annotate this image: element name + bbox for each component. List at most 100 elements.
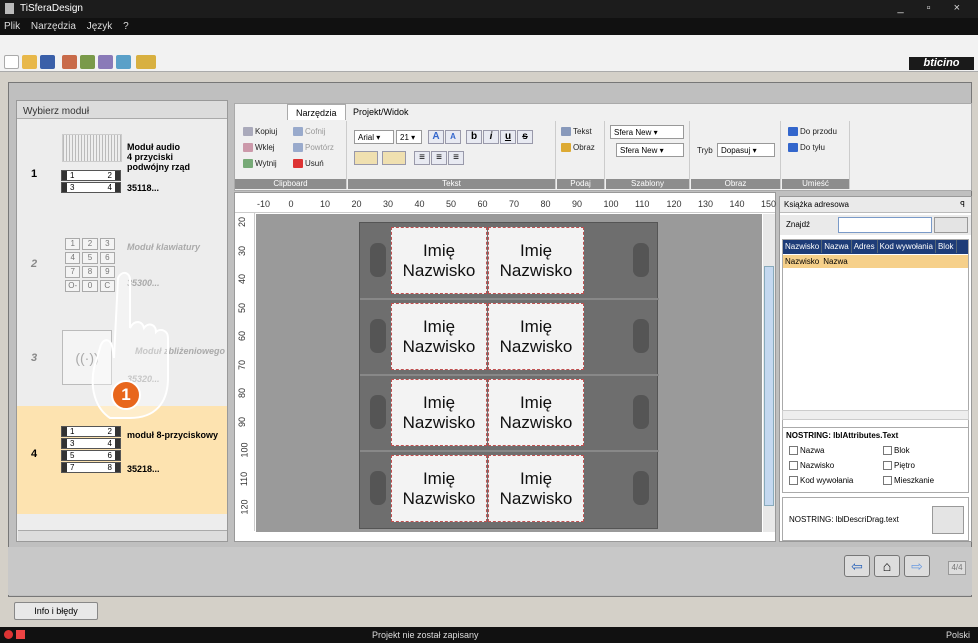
redo-button[interactable]: Powtórz [293,143,334,153]
arrange-group: Do przodu Do tyłu Umieść [782,121,850,189]
open-folder-icon[interactable] [22,55,37,69]
drawing-area[interactable]: Imię Nazwisko Imię Nazwisko Imię Nazwisko Imię… [256,214,762,532]
name-label-card[interactable]: Imię Nazwisko [391,227,487,294]
module-panel-header: Wybierz moduł [17,101,227,119]
insert-image-button[interactable]: Obraz [561,143,595,153]
undo-button[interactable]: Cofnij [293,127,325,137]
print-icon[interactable] [98,55,113,69]
checkbox-floor[interactable]: Piętro [883,461,915,471]
module-name: Moduł klawiatury [127,242,201,252]
save-icon[interactable] [40,55,55,69]
menu-language[interactable]: Język [83,18,117,32]
back-arrow-icon[interactable]: ⇦ [844,555,870,577]
menu-tools[interactable]: Narzędzia [27,18,80,32]
mode-dropdown[interactable]: Dopasuj ▾ [717,143,775,157]
name-label-card[interactable]: Imię Nazwisko [391,379,487,446]
new-file-icon[interactable] [4,55,19,69]
name-label-card[interactable]: Imię Nazwisko [391,303,487,370]
menu-help[interactable]: ? [119,18,133,32]
column-header[interactable]: Blok [936,240,957,253]
checkbox-label: Nazwisko [800,461,835,470]
module-name: moduł 8-przyciskowy [127,430,219,440]
button-label: 3 [70,183,75,192]
language-dropdown-icon[interactable] [136,55,156,69]
font-value: Arial [358,133,375,142]
image-icon [561,143,571,153]
module-panel-scrollbar[interactable] [18,530,227,541]
key: 4 [65,252,81,264]
grow-font-button[interactable]: A [428,130,444,144]
checkbox-name[interactable]: Nazwa [789,446,824,456]
fill-color-icon[interactable] [382,151,406,165]
panel-row: Imię Nazwisko Imię Nazwisko [360,299,659,374]
send-backward-button[interactable]: Do tyłu [788,143,825,153]
find-label: Znajdź [786,220,811,229]
name-label-card[interactable]: Imię Nazwisko [391,455,487,522]
column-header[interactable]: Adres [852,240,878,253]
delete-button[interactable]: Usuń [293,159,324,169]
pin-icon[interactable]: ꟼ [960,200,965,209]
module-item-audio[interactable]: 1 12 34 Moduł audio 4 przyciski podwójny… [17,120,227,216]
template-dropdown-1[interactable]: Sfera New ▾ [610,125,684,139]
table-horizontal-scrollbar[interactable] [782,410,969,420]
error-icon[interactable] [4,630,13,639]
name-label-card[interactable]: Imię Nazwisko [488,227,584,294]
export-icon[interactable] [62,55,77,69]
name-label-card[interactable]: Imię Nazwisko [488,303,584,370]
name-label-card[interactable]: Imię Nazwisko [488,379,584,446]
home-icon[interactable]: ⌂ [874,555,900,577]
forward-arrow-icon[interactable]: ⇨ [904,555,930,577]
shrink-font-button[interactable]: A [445,130,461,144]
column-header[interactable]: Kod wywołania [878,240,936,253]
italic-button[interactable]: i [483,130,499,144]
menu-file[interactable]: Plik [0,18,24,32]
strike-button[interactable]: s [517,130,533,144]
card-last-name: Nazwisko [402,337,476,356]
brand-logo: bticino [909,57,974,70]
bold-button[interactable]: b [466,130,482,144]
align-left-icon[interactable]: ≡ [414,151,430,165]
canvas-scrollbar[interactable] [763,214,775,532]
bring-forward-button[interactable]: Do przodu [788,127,837,137]
cut-button[interactable]: Wytnij [243,159,277,169]
scroll-thumb[interactable] [764,266,774,506]
templates-group: Sfera New ▾ Sfera New ▾ Szablony [606,121,690,189]
find-input[interactable] [838,217,932,233]
warning-icon[interactable] [16,630,25,639]
underline-button[interactable]: u [500,130,516,144]
window-controls[interactable]: _ ▫ × [897,2,970,14]
insert-text-button[interactable]: Tekst [561,127,592,137]
tab-project-view[interactable]: Projekt/Widok [345,104,417,120]
checkbox-block[interactable]: Blok [883,446,910,456]
arrange-group-label: Umieść [782,179,849,189]
column-header[interactable]: Nazwisko [783,240,823,253]
size-dropdown[interactable]: 21 ▾ [396,130,422,144]
text-color-icon[interactable] [354,151,378,165]
checkbox-apartment[interactable]: Mieszkanie [883,476,934,486]
ruler-tick-label: 100 [239,442,250,458]
key: 2 [82,238,98,250]
ruler-tick-label: 80 [237,387,248,399]
insert-group-label: Podaj [557,179,604,189]
send-backward-label: Do tyłu [800,143,825,152]
font-dropdown[interactable]: Arial ▾ [354,130,394,144]
tab-tools[interactable]: Narzędzia [287,104,346,120]
copy-button[interactable]: Kopiuj [243,127,277,137]
drag-button[interactable] [932,506,964,534]
checkbox-call-code[interactable]: Kod wywołania [789,476,853,486]
name-label-card[interactable]: Imię Nazwisko [488,455,584,522]
align-right-icon[interactable]: ≡ [448,151,464,165]
preview-icon[interactable] [116,55,131,69]
ruler-tick-label: 30 [237,245,248,256]
card-first-name: Imię [519,469,553,488]
align-center-icon[interactable]: ≡ [431,151,447,165]
checkbox-surname[interactable]: Nazwisko [789,461,835,471]
template-dropdown-2[interactable]: Sfera New ▾ [616,143,684,157]
find-button[interactable] [934,217,968,233]
info-errors-button[interactable]: Info i błędy [14,602,98,620]
paste-button[interactable]: Wklej [243,143,275,153]
table-row[interactable]: Nazwisko Nazwa [783,255,968,268]
column-header[interactable]: Nazwa [822,240,852,253]
panel-button-knob [633,319,649,353]
import-icon[interactable] [80,55,95,69]
